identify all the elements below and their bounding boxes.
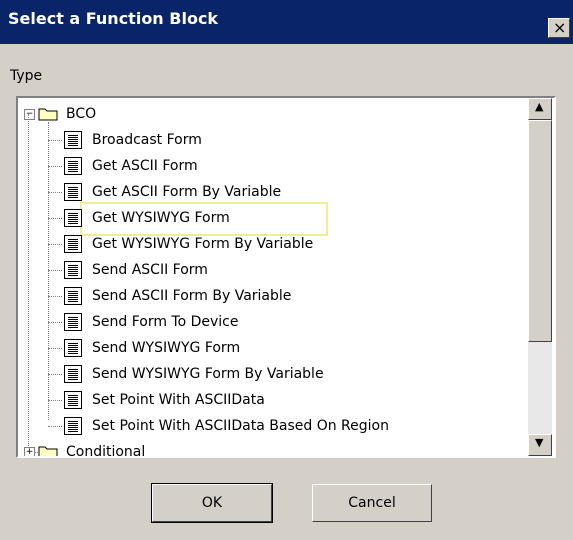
tree-guide-line [48, 218, 62, 219]
form-document-icon [64, 287, 82, 305]
tree-item-label: Send ASCII Form By Variable [92, 288, 292, 304]
form-document-icon [64, 183, 82, 201]
tree-item-label: Send ASCII Form [92, 262, 208, 278]
folder-icon [38, 107, 58, 121]
tree-guide-line [48, 244, 62, 245]
ok-button[interactable]: OK [151, 483, 273, 523]
form-document-icon [64, 313, 82, 331]
form-document-icon [64, 157, 82, 175]
expand-icon[interactable]: + [24, 447, 35, 456]
cancel-button[interactable]: Cancel [312, 484, 432, 522]
title-bar: Select a Function Block × [0, 0, 573, 44]
close-button[interactable]: × [548, 18, 570, 38]
tree-item-label: Broadcast Form [92, 132, 202, 148]
form-document-icon [64, 365, 82, 383]
type-label: Type [10, 68, 43, 84]
tree-guide-line [48, 426, 62, 427]
form-document-icon [64, 235, 82, 253]
form-document-icon [64, 261, 82, 279]
tree-node-label: Conditional [66, 444, 146, 458]
scroll-thumb[interactable] [528, 120, 552, 342]
tree-item-label: Set Point With ASCIIData Based On Region [92, 418, 389, 434]
scroll-down-button[interactable]: ▼ [528, 434, 552, 456]
tree-item-label: Send WYSIWYG Form [92, 340, 241, 356]
arrow-down-icon: ▼ [535, 436, 544, 449]
tree-item-label: Set Point With ASCIIData [92, 392, 265, 408]
tree-item-label: Get ASCII Form [92, 158, 198, 174]
tree-item-label: Get ASCII Form By Variable [92, 184, 282, 200]
select-function-block-dialog: Select a Function Block × Type − BCO Broad… [0, 0, 573, 540]
tree-guide-line [28, 114, 29, 456]
vertical-scrollbar[interactable]: ▲ ▼ [528, 98, 552, 456]
tree-item-label: Get WYSIWYG Form By Variable [92, 236, 314, 252]
tree-item-label: Send WYSIWYG Form By Variable [92, 366, 324, 382]
tree-item-label: Send Form To Device [92, 314, 239, 330]
function-block-tree[interactable]: − BCO Broadcast Form Get ASCII Form Get ASCI… [16, 96, 556, 458]
arrow-up-icon: ▲ [535, 100, 544, 113]
form-document-icon [64, 391, 82, 409]
form-document-icon [64, 339, 82, 357]
tree-guide-line [48, 322, 62, 323]
collapse-icon[interactable]: − [24, 109, 35, 120]
tree-guide-line [48, 270, 62, 271]
tree-guide-line [48, 166, 62, 167]
tree-guide-line [48, 400, 62, 401]
form-document-icon [64, 209, 82, 227]
close-icon: × [553, 18, 567, 37]
scroll-up-button[interactable]: ▲ [528, 98, 552, 120]
tree-node-label: BCO [66, 106, 97, 122]
tree-guide-line [48, 348, 62, 349]
folder-icon [38, 445, 58, 456]
tree-guide-line [48, 296, 62, 297]
tree-guide-line [48, 374, 62, 375]
tree-guide-line [48, 192, 62, 193]
tree-item-label: Get WYSIWYG Form [92, 210, 230, 226]
form-document-icon [64, 417, 82, 435]
form-document-icon [64, 131, 82, 149]
window-title: Select a Function Block [8, 9, 219, 28]
tree-guide-line [48, 140, 62, 141]
